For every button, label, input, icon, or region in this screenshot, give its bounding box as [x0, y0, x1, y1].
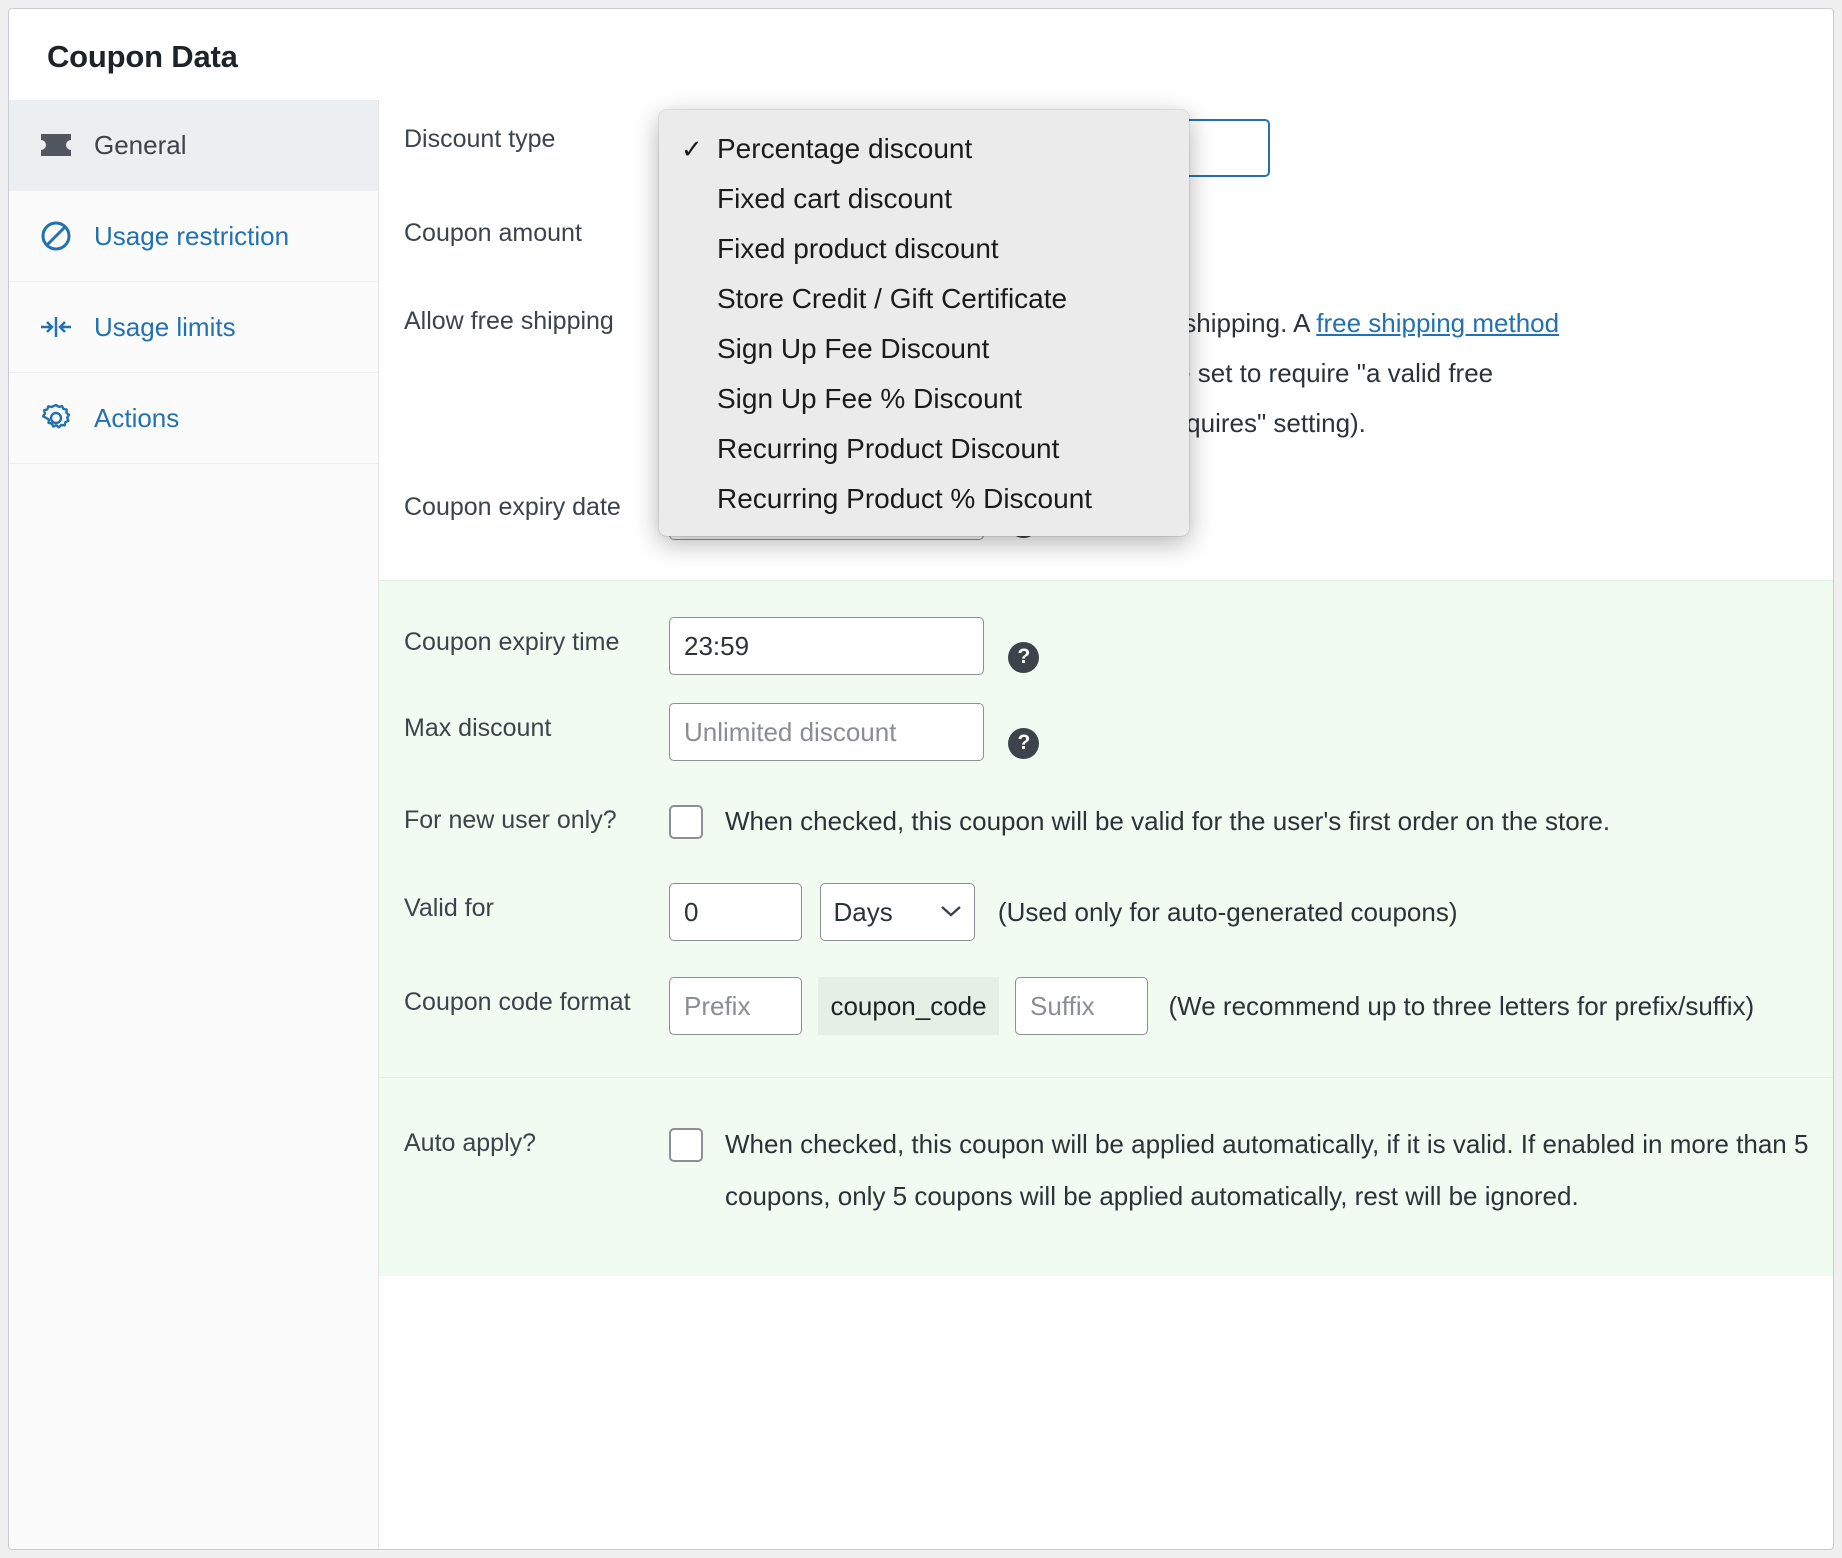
dropdown-option[interactable]: Sign Up Fee Discount — [659, 324, 1189, 374]
valid-for-label: Valid for — [404, 894, 494, 922]
dropdown-option[interactable]: Sign Up Fee % Discount — [659, 374, 1189, 424]
coupon-code-chip: coupon_code — [818, 977, 999, 1035]
field-coupon-code-format: Coupon code format coupon_code (We recom… — [379, 955, 1833, 1049]
sidebar-item-label: Actions — [94, 402, 180, 433]
dropdown-option[interactable]: ✓ Percentage discount — [659, 124, 1189, 174]
auto-apply-checkbox[interactable] — [669, 1128, 703, 1162]
dropdown-option[interactable]: Fixed cart discount — [659, 174, 1189, 224]
block-icon — [36, 220, 76, 252]
valid-for-input[interactable] — [669, 883, 802, 941]
dropdown-option-label: Recurring Product % Discount — [717, 483, 1093, 514]
coupon-code-suffix-input[interactable] — [1015, 977, 1149, 1035]
max-discount-input[interactable] — [669, 703, 984, 761]
coupon-code-format-label: Coupon code format — [404, 988, 631, 1016]
coupon-options: Discount type Coupon amount Allow free s… — [379, 100, 1833, 1549]
page-title: Coupon Data — [47, 39, 238, 74]
sidebar-item-label: Usage limits — [94, 311, 236, 342]
dropdown-option-label: Percentage discount — [717, 133, 973, 164]
dropdown-option-label: Recurring Product Discount — [717, 433, 1060, 464]
dropdown-option-label: Store Credit / Gift Certificate — [717, 283, 1068, 314]
free-shipping-method-link[interactable]: free shipping method — [1316, 308, 1559, 338]
coupon-code-prefix-input[interactable] — [669, 977, 802, 1035]
auto-apply-section: Auto apply? When checked, this coupon wi… — [379, 1078, 1833, 1276]
valid-for-unit-value: Days — [833, 896, 893, 927]
limits-icon — [36, 313, 76, 341]
sidebar-item-label: Usage restriction — [94, 220, 290, 251]
discount-type-dropdown-menu[interactable]: ✓ Percentage discount Fixed cart discoun… — [659, 110, 1189, 536]
dropdown-option[interactable]: Recurring Product % Discount — [659, 474, 1189, 524]
dropdown-option-label: Fixed product discount — [717, 233, 999, 264]
max-discount-label: Max discount — [404, 714, 552, 742]
coupon-data-panel: Coupon Data General Usage restriction Us… — [8, 8, 1834, 1550]
check-icon: ✓ — [681, 133, 703, 164]
dropdown-option[interactable]: Recurring Product Discount — [659, 424, 1189, 474]
help-icon[interactable]: ? — [1008, 641, 1040, 673]
coupon-expiry-time-input[interactable] — [669, 617, 984, 675]
dropdown-option-label: Fixed cart discount — [717, 183, 952, 214]
coupon-expiry-time-label: Coupon expiry time — [404, 628, 620, 656]
valid-for-note: (Used only for auto-generated coupons) — [997, 896, 1458, 927]
coupon-code-format-note: (We recommend up to three letters for pr… — [1168, 990, 1755, 1021]
dropdown-option-label: Sign Up Fee % Discount — [717, 383, 1023, 414]
extended-options-section: Coupon expiry time ? Max discount ? — [379, 581, 1833, 1077]
sidebar-item-actions[interactable]: Actions — [9, 373, 378, 464]
dropdown-option[interactable]: Fixed product discount — [659, 224, 1189, 274]
auto-apply-label: Auto apply? — [404, 1129, 537, 1157]
chevron-down-icon — [940, 901, 962, 924]
sidebar-item-usage-restriction[interactable]: Usage restriction — [9, 191, 378, 282]
for-new-user-only-label: For new user only? — [404, 806, 617, 834]
ticket-icon — [36, 132, 76, 158]
field-max-discount: Max discount ? — [379, 689, 1833, 775]
tabs-empty-space — [9, 464, 378, 1549]
panel-body: General Usage restriction Usage limits A… — [9, 100, 1833, 1549]
dropdown-option[interactable]: Store Credit / Gift Certificate — [659, 274, 1189, 324]
sidebar-item-general[interactable]: General — [9, 100, 378, 191]
valid-for-unit-select[interactable]: Days — [820, 883, 976, 941]
auto-apply-description: When checked, this coupon will be applie… — [725, 1129, 1809, 1211]
for-new-user-only-description: When checked, this coupon will be valid … — [725, 806, 1611, 836]
allow-free-shipping-label: Allow free shipping — [404, 307, 614, 335]
field-auto-apply: Auto apply? When checked, this coupon wi… — [379, 1104, 1833, 1236]
field-coupon-expiry-time: Coupon expiry time ? — [379, 603, 1833, 689]
dropdown-option-label: Sign Up Fee Discount — [717, 333, 990, 364]
field-valid-for: Valid for Days (Used only for auto-gener… — [379, 861, 1833, 955]
discount-type-label: Discount type — [404, 125, 556, 153]
field-for-new-user-only: For new user only? When checked, this co… — [379, 775, 1833, 861]
coupon-amount-label: Coupon amount — [404, 219, 582, 247]
sidebar-item-usage-limits[interactable]: Usage limits — [9, 282, 378, 373]
help-icon[interactable]: ? — [1008, 727, 1040, 759]
coupon-data-tabs: General Usage restriction Usage limits A… — [9, 100, 379, 1549]
sidebar-item-label: General — [94, 129, 187, 160]
for-new-user-only-checkbox[interactable] — [669, 805, 703, 839]
gear-icon — [36, 402, 76, 434]
coupon-expiry-date-label: Coupon expiry date — [404, 493, 621, 521]
